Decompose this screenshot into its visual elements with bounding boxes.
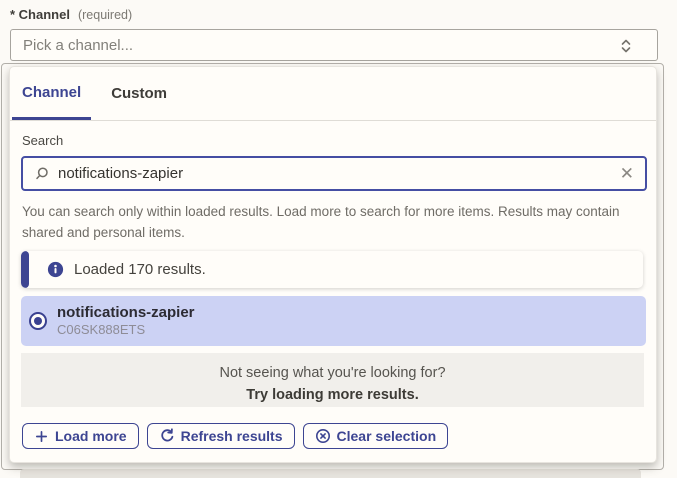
action-button-row: Load more Refresh results Clear selectio… — [22, 423, 448, 449]
background-strip — [20, 469, 641, 478]
refresh-icon — [159, 428, 175, 444]
refresh-results-button[interactable]: Refresh results — [147, 423, 295, 449]
channel-result-row-selected[interactable]: notifications-zapier C06SK888ETS — [21, 296, 646, 346]
clear-selection-label: Clear selection — [337, 428, 437, 444]
alert-accent-bar — [21, 251, 29, 288]
info-icon — [47, 261, 64, 278]
search-helper-text: You can search only within loaded result… — [22, 201, 636, 243]
channel-name: notifications-zapier — [57, 304, 195, 321]
tab-channel-label: Channel — [22, 84, 81, 101]
chevron-up-down-icon — [619, 37, 633, 60]
loaded-results-alert: Loaded 170 results. — [21, 251, 643, 288]
search-box: ✕ — [21, 156, 647, 191]
channel-id: C06SK888ETS — [57, 321, 195, 338]
load-more-button[interactable]: Load more — [22, 423, 139, 449]
search-label: Search — [22, 133, 63, 148]
refresh-results-label: Refresh results — [181, 428, 283, 444]
channel-select[interactable]: Pick a channel... — [10, 29, 658, 61]
tab-custom-label: Custom — [111, 85, 167, 102]
field-label-text: * Channel — [10, 7, 70, 22]
field-label: * Channel (required) — [10, 7, 132, 22]
hint-line2: Try loading more results. — [21, 384, 644, 406]
channel-picker-screen: * Channel (required) Pick a channel... C… — [0, 0, 677, 478]
hint-line1: Not seeing what you're looking for? — [21, 362, 644, 384]
clear-search-icon[interactable]: ✕ — [620, 165, 634, 182]
search-input[interactable] — [50, 165, 620, 182]
load-more-label: Load more — [55, 428, 127, 444]
circle-x-icon — [315, 428, 331, 444]
required-note: (required) — [78, 8, 132, 22]
tab-channel[interactable]: Channel — [12, 67, 91, 120]
alert-text: Loaded 170 results. — [74, 261, 206, 278]
clear-selection-button[interactable]: Clear selection — [303, 423, 449, 449]
radio-selected-icon[interactable] — [29, 312, 47, 330]
tab-custom[interactable]: Custom — [101, 67, 177, 120]
search-icon — [34, 166, 50, 182]
tab-bar: Channel Custom — [10, 67, 656, 121]
plus-icon — [34, 429, 49, 444]
select-placeholder: Pick a channel... — [11, 37, 133, 54]
channel-dropdown-panel: Channel Custom Search ✕ You can search o… — [9, 66, 657, 463]
load-more-hint: Not seeing what you're looking for? Try … — [21, 353, 644, 407]
